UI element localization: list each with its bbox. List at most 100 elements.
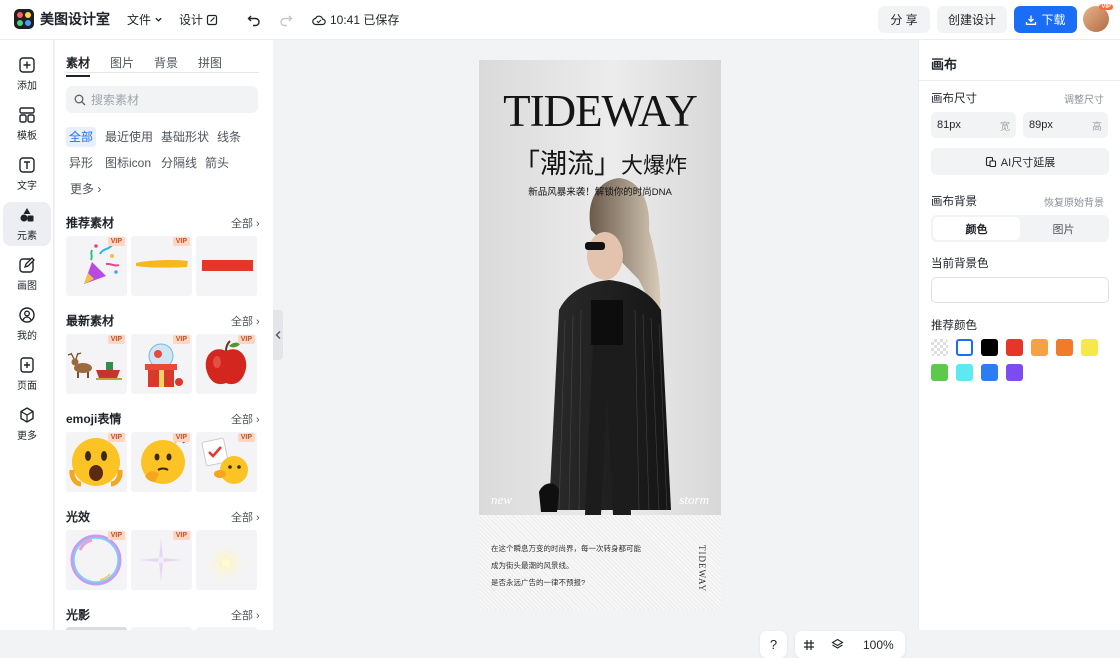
- see-all-light-shadow[interactable]: 全部 ›: [231, 607, 260, 623]
- search-input[interactable]: [91, 92, 241, 107]
- chip-dividers[interactable]: 分隔线: [158, 153, 200, 173]
- swatch-blue[interactable]: [981, 364, 998, 381]
- height-field[interactable]: 高: [1023, 112, 1108, 138]
- zoom-level[interactable]: 100%: [863, 638, 894, 652]
- see-all-emoji[interactable]: 全部 ›: [231, 411, 260, 427]
- poster-tagline[interactable]: 新品风暴来袭！解锁你的时尚DNA: [479, 184, 721, 198]
- app-logo[interactable]: 美图设计室: [14, 9, 110, 29]
- asset-snow-globe-gift[interactable]: VIP: [131, 334, 192, 394]
- swatch-black[interactable]: [981, 339, 998, 356]
- width-input[interactable]: [937, 119, 987, 131]
- current-bg-label: 当前背景色: [931, 258, 989, 270]
- tab-bg-color[interactable]: 颜色: [933, 217, 1020, 240]
- swatch-green[interactable]: [931, 364, 948, 381]
- asset-bubble[interactable]: VIP: [66, 530, 127, 590]
- layers-button[interactable]: [823, 638, 851, 651]
- file-menu[interactable]: 文件: [127, 11, 163, 28]
- redo-button[interactable]: [276, 10, 296, 30]
- undo-icon: [247, 15, 260, 27]
- asset-brush-stroke[interactable]: VIP: [131, 236, 192, 296]
- width-field[interactable]: 宽: [931, 112, 1016, 138]
- see-all-label: 全部: [231, 218, 253, 230]
- canvas-properties-panel: 画布 画布尺寸 调整尺寸 宽 高 AI尺寸延展 画布背景 恢复原始背景 颜色 图…: [918, 40, 1120, 630]
- swatch-purple[interactable]: [1006, 364, 1023, 381]
- help-button[interactable]: ?: [760, 631, 787, 658]
- design-menu[interactable]: 设计: [179, 11, 218, 28]
- asset-glow[interactable]: [196, 530, 257, 590]
- see-all-label: 全部: [231, 414, 253, 426]
- poster-text-block[interactable]: 在这个瞬息万变的时尚界，每一次转身都可能 成为街头最潮的风景线。 是否永远广告的…: [479, 515, 721, 610]
- vip-badge: VIP: [172, 237, 190, 246]
- swatch-transparent[interactable]: [931, 339, 948, 356]
- chip-recent[interactable]: 最近使用: [102, 127, 156, 147]
- see-all-light-effects[interactable]: 全部 ›: [231, 509, 260, 525]
- poster-body-line-3: 是否永远广告的一律不预报?: [491, 578, 586, 587]
- restore-bg-link[interactable]: 恢复原始背景: [1044, 194, 1104, 209]
- ai-resize-button[interactable]: AI尺寸延展: [931, 148, 1109, 175]
- asset-red-bar[interactable]: [196, 236, 257, 296]
- chip-lines[interactable]: 线条: [214, 127, 244, 147]
- left-nav: 添加 模板 文字 元素 画图 我的 页面 更多: [0, 40, 54, 630]
- swatch-yellow[interactable]: [1081, 339, 1098, 356]
- asset-party-popper[interactable]: VIP: [66, 236, 127, 296]
- poster-vertical-text[interactable]: TIDEWAY: [697, 545, 707, 592]
- nav-item-more[interactable]: 更多: [3, 402, 51, 446]
- height-input[interactable]: [1029, 119, 1079, 131]
- chip-all[interactable]: 全部: [66, 127, 97, 147]
- red-bar-shape: [202, 260, 253, 271]
- asset-emoji-checklist[interactable]: VIP: [196, 432, 257, 492]
- share-button[interactable]: 分 享: [878, 6, 930, 33]
- nav-item-mine[interactable]: 我的: [3, 302, 51, 346]
- nav-item-template[interactable]: 模板: [3, 102, 51, 146]
- see-all-recommended[interactable]: 全部 ›: [231, 215, 260, 231]
- plus-square-icon: [19, 57, 35, 73]
- canvas-area[interactable]: TIDEWAY 「潮流」大爆炸 新品风暴来袭！解锁你的时尚DNA new sto…: [283, 40, 918, 658]
- asset-red-apple[interactable]: VIP: [196, 334, 257, 394]
- tab-bg-image[interactable]: 图片: [1020, 217, 1107, 240]
- see-all-newest[interactable]: 全部 ›: [231, 313, 260, 329]
- poster-word-right[interactable]: storm: [679, 492, 709, 508]
- chip-icons[interactable]: 图标icon: [102, 153, 154, 173]
- tab-backgrounds[interactable]: 背景: [154, 54, 178, 77]
- nav-item-draw[interactable]: 画图: [3, 252, 51, 296]
- asset-reindeer-sleigh[interactable]: VIP: [66, 334, 127, 394]
- logo-icon: [14, 9, 34, 29]
- chip-arrows[interactable]: 箭头: [202, 153, 232, 173]
- tab-collage[interactable]: 拼图: [198, 54, 222, 77]
- swatch-light-orange[interactable]: [1031, 339, 1048, 356]
- grid-toggle-button[interactable]: [795, 639, 823, 651]
- swatch-red[interactable]: [1006, 339, 1023, 356]
- poster-subtitle[interactable]: 「潮流」大爆炸: [479, 142, 721, 181]
- tab-materials[interactable]: 素材: [66, 54, 91, 77]
- design-poster[interactable]: TIDEWAY 「潮流」大爆炸 新品风暴来袭！解锁你的时尚DNA new sto…: [479, 60, 721, 610]
- poster-word-left[interactable]: new: [491, 492, 512, 508]
- panel-collapse-handle[interactable]: [273, 310, 283, 360]
- current-bg-color-field[interactable]: [931, 277, 1109, 303]
- poster-photo[interactable]: TIDEWAY 「潮流」大爆炸 新品风暴来袭！解锁你的时尚DNA new sto…: [479, 60, 721, 515]
- nav-item-elements[interactable]: 元素: [3, 202, 51, 246]
- vip-badge: VIP: [172, 531, 190, 540]
- save-status: 10:41 已保存: [312, 11, 399, 28]
- asset-emoji-thinking[interactable]: VIP: [131, 432, 192, 492]
- chip-basic-shapes[interactable]: 基础形状: [158, 127, 212, 147]
- adjust-size-link[interactable]: 调整尺寸: [1064, 91, 1104, 106]
- search-icon: [74, 94, 86, 105]
- chip-more[interactable]: 更多 ›: [67, 179, 104, 199]
- undo-button[interactable]: [244, 10, 264, 30]
- nav-item-add[interactable]: 添加: [3, 52, 51, 96]
- nav-item-page[interactable]: 页面: [3, 352, 51, 396]
- tab-images[interactable]: 图片: [110, 54, 134, 77]
- user-avatar[interactable]: VIP: [1083, 4, 1113, 32]
- swatch-cyan[interactable]: [956, 364, 973, 381]
- create-design-button[interactable]: 创建设计: [937, 6, 1007, 33]
- section-title-newest: 最新素材: [66, 314, 115, 328]
- asset-emoji-shocked[interactable]: VIP: [66, 432, 127, 492]
- download-button[interactable]: 下载: [1014, 6, 1077, 33]
- nav-item-text[interactable]: 文字: [3, 152, 51, 196]
- asset-sparkle[interactable]: VIP: [131, 530, 192, 590]
- swatch-orange[interactable]: [1056, 339, 1073, 356]
- poster-title[interactable]: TIDEWAY: [479, 86, 721, 136]
- chip-irregular[interactable]: 异形: [66, 153, 96, 173]
- swatch-white[interactable]: [956, 339, 973, 356]
- search-box[interactable]: [66, 86, 258, 113]
